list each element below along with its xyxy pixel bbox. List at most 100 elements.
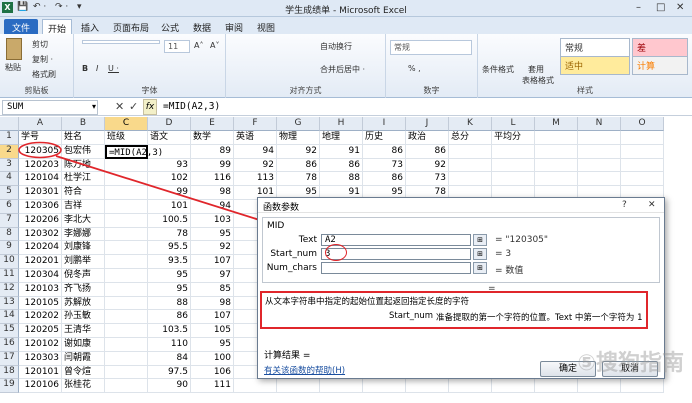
table-cell[interactable]: 95.5 [148,241,191,256]
table-cell[interactable]: 张桂花 [62,379,105,394]
table-cell[interactable] [621,172,664,187]
table-cell[interactable] [492,144,535,159]
table-cell[interactable]: 倪冬声 [62,269,105,283]
tab-home[interactable]: 开始 [42,19,73,35]
table-cell[interactable]: 102 [148,172,191,187]
arg-text-collapse-icon[interactable]: ⊞ [473,234,487,246]
header-cell[interactable]: 语文 [148,131,191,145]
table-cell[interactable]: 120106 [19,379,62,394]
table-cell[interactable]: 93 [148,158,191,173]
header-cell[interactable] [621,131,664,145]
minimize-button[interactable]: – [636,2,641,13]
insert-function-button[interactable]: fx [143,99,157,115]
table-cell[interactable] [449,172,492,187]
paste-icon[interactable] [6,38,22,60]
table-cell[interactable]: 杜学江 [62,172,105,187]
tab-data[interactable]: 数据 [188,19,216,34]
font-name-combo[interactable] [82,40,160,44]
bold-button[interactable]: B [82,64,88,73]
row-header[interactable]: 8 [0,227,19,242]
copy-button[interactable]: 复制 · [32,54,53,65]
row-header[interactable]: 9 [0,241,19,256]
table-cell[interactable]: 97.5 [148,365,191,380]
table-cell[interactable]: 95 [191,227,234,242]
table-cell[interactable]: 谢如康 [62,338,105,352]
table-cell[interactable]: 120205 [19,324,62,338]
table-cell[interactable]: 94 [234,144,277,159]
table-cell[interactable]: 120101 [19,365,62,380]
style-normal[interactable]: 常规 [560,38,630,57]
table-cell[interactable]: 107 [191,255,234,269]
table-cell[interactable]: 78 [277,172,320,187]
table-cell[interactable] [449,144,492,159]
header-cell[interactable]: 历史 [363,131,406,145]
style-neutral[interactable]: 适中 [560,56,630,75]
table-cell[interactable] [105,379,148,394]
table-cell[interactable]: 78 [148,227,191,242]
table-cell[interactable] [449,158,492,173]
column-header-e[interactable]: E [191,117,234,131]
table-cell[interactable] [105,227,148,242]
header-cell[interactable]: 班级 [105,131,148,145]
column-header-n[interactable]: N [578,117,621,131]
table-cell[interactable]: 101 [148,200,191,214]
header-cell[interactable] [578,131,621,145]
table-cell[interactable]: 100 [191,351,234,366]
table-cell[interactable]: 110 [148,338,191,352]
table-cell[interactable]: 105 [191,324,234,338]
table-cell[interactable]: 刘鹏举 [62,255,105,269]
formula-input[interactable]: =MID(A2,3) [160,100,223,115]
table-cell[interactable] [105,186,148,200]
style-calculation[interactable]: 计算 [632,56,688,75]
table-cell[interactable]: 90 [148,379,191,394]
tab-formulas[interactable]: 公式 [156,19,184,34]
table-cell[interactable]: 陈万地 [62,158,105,173]
table-cell[interactable]: 120305 [19,144,62,159]
select-all-corner[interactable] [0,117,19,131]
table-cell[interactable]: 107 [191,310,234,325]
arg-start-num-collapse-icon[interactable]: ⊞ [473,248,487,260]
table-cell[interactable]: 95 [191,338,234,352]
table-cell[interactable] [105,200,148,214]
table-cell[interactable] [535,379,578,394]
percent-button[interactable]: % , [408,64,421,73]
table-cell[interactable]: 86 [148,310,191,325]
table-cell[interactable] [105,296,148,311]
arg-text-input[interactable]: A2 [321,234,471,246]
grow-font-icon[interactable]: A˄ [194,41,203,50]
row-header[interactable]: 17 [0,351,19,366]
table-cell[interactable] [578,379,621,394]
table-cell[interactable] [234,379,277,394]
name-box-dropdown-icon[interactable]: ▾ [92,102,96,111]
table-cell[interactable]: 120201 [19,255,62,269]
table-cell[interactable] [535,144,578,159]
column-header-i[interactable]: I [363,117,406,131]
column-header-h[interactable]: H [320,117,363,131]
table-cell[interactable] [363,379,406,394]
table-cell[interactable] [535,172,578,187]
table-cell[interactable]: 91 [320,144,363,159]
table-cell[interactable]: 88 [148,296,191,311]
table-cell[interactable]: 120302 [19,227,62,242]
tab-view[interactable]: 视图 [252,19,280,34]
row-header[interactable]: 10 [0,255,19,269]
column-header-a[interactable]: A [19,117,62,131]
row-header[interactable]: 2 [0,144,19,159]
table-cell[interactable] [105,241,148,256]
table-cell[interactable]: 苏解放 [62,296,105,311]
table-cell[interactable] [621,379,664,394]
table-cell[interactable] [535,158,578,173]
table-cell[interactable]: 曾令煊 [62,365,105,380]
table-cell[interactable] [105,310,148,325]
table-cell[interactable]: 89 [191,144,234,159]
table-cell[interactable]: 100.5 [148,213,191,228]
active-cell-c2[interactable]: =MID(A2,3) [105,144,163,159]
maximize-button[interactable]: □ [656,2,665,13]
table-cell[interactable]: 刘康锋 [62,241,105,256]
dialog-help-button[interactable]: ? [622,200,627,210]
column-header-f[interactable]: F [234,117,277,131]
table-cell[interactable]: 120104 [19,172,62,187]
table-cell[interactable]: 95 [148,282,191,297]
tab-page-layout[interactable]: 页面布局 [108,19,154,34]
table-cell[interactable]: 98 [191,296,234,311]
